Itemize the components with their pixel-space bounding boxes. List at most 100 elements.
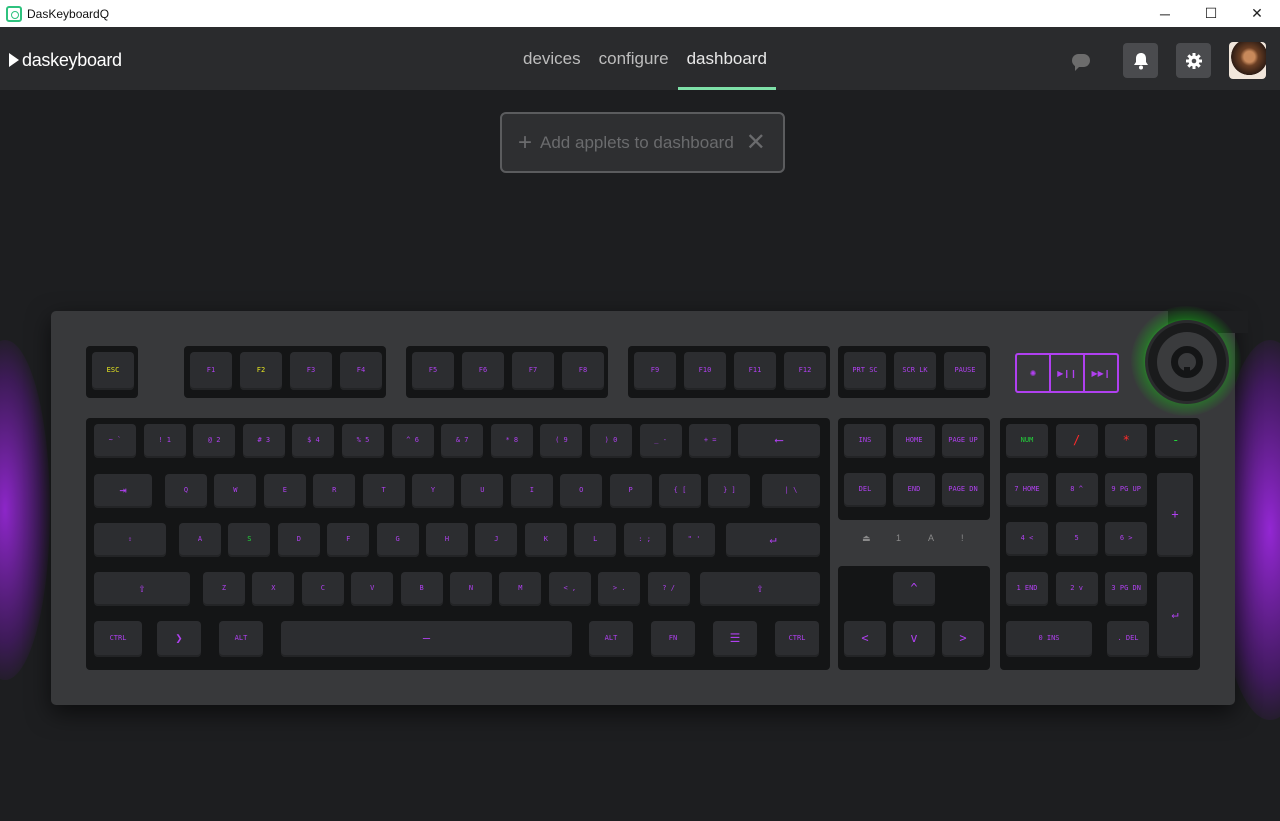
close-applet-bar-icon[interactable]: ✕ (746, 130, 766, 155)
key-num0[interactable]: 0 INS (1006, 621, 1092, 657)
key-6[interactable]: ^ 6 (391, 424, 434, 458)
key-b[interactable]: B (400, 572, 443, 606)
key-n[interactable]: N (450, 572, 492, 606)
key-z[interactable]: Z (203, 572, 245, 606)
key-num1[interactable]: 1 END (1006, 572, 1048, 606)
key-backspace[interactable]: ⟵ (738, 424, 820, 458)
key-numdot[interactable]: . DEL (1107, 621, 1149, 657)
key-lshift[interactable]: ⇧ (94, 572, 190, 606)
key-7[interactable]: & 7 (441, 424, 484, 458)
key-num8[interactable]: 8 ^ (1055, 473, 1098, 507)
key-d[interactable]: D (277, 523, 320, 557)
key-esc[interactable]: ESC (92, 352, 134, 390)
key-nummul[interactable]: * (1105, 424, 1148, 458)
key-ins[interactable]: INS (844, 424, 886, 458)
key-semicolon[interactable]: : ; (623, 523, 666, 557)
key-up[interactable]: ^ (893, 572, 935, 606)
key-q[interactable]: Q (165, 474, 207, 508)
key-num9[interactable]: 9 PG UP (1105, 473, 1148, 507)
key-prtsc[interactable]: PRT SC (844, 352, 886, 390)
key-comma[interactable]: < , (548, 572, 591, 606)
key-numadd[interactable]: + (1157, 473, 1193, 557)
key-num3[interactable]: 3 PG DN (1105, 572, 1148, 606)
key-s[interactable]: S (228, 523, 271, 557)
key-f5[interactable]: F5 (412, 352, 454, 390)
key-f12[interactable]: F12 (784, 352, 826, 390)
key-rshift[interactable]: ⇧ (700, 572, 820, 606)
key-5[interactable]: % 5 (342, 424, 384, 458)
key-fn[interactable]: FN (651, 621, 695, 657)
key-f11[interactable]: F11 (734, 352, 776, 390)
key-f2[interactable]: F2 (240, 352, 282, 390)
key-rctrl[interactable]: CTRL (775, 621, 819, 657)
notifications-button[interactable] (1123, 43, 1158, 78)
key-numenter[interactable]: ↵ (1157, 572, 1193, 658)
key-numsub[interactable]: - (1154, 424, 1197, 458)
key-f7[interactable]: F7 (512, 352, 554, 390)
add-applets-bar[interactable]: + Add applets to dashboard ✕ (500, 112, 785, 173)
key-equal[interactable]: + = (689, 424, 732, 458)
key-i[interactable]: I (510, 474, 553, 508)
key-numlock[interactable]: NUM (1006, 424, 1048, 458)
key-f[interactable]: F (327, 523, 370, 557)
key-p[interactable]: P (609, 474, 652, 508)
key-scrlk[interactable]: SCR LK (894, 352, 936, 390)
key-del[interactable]: DEL (844, 473, 886, 507)
key-v[interactable]: V (351, 572, 394, 606)
key-j[interactable]: J (475, 523, 518, 557)
key-enter[interactable]: ↵ (726, 523, 820, 557)
key-t[interactable]: T (362, 474, 405, 508)
key-f3[interactable]: F3 (290, 352, 332, 390)
key-9[interactable]: ( 9 (540, 424, 583, 458)
tab-devices[interactable]: devices (514, 27, 590, 90)
maximize-button[interactable]: ☐ (1188, 0, 1234, 27)
key-g[interactable]: G (376, 523, 419, 557)
key-numdiv[interactable]: / (1055, 424, 1098, 458)
key-1[interactable]: ! 1 (143, 424, 186, 458)
tab-configure[interactable]: configure (590, 27, 678, 90)
key-pgdn[interactable]: PAGE DN (942, 473, 984, 507)
key-4[interactable]: $ 4 (292, 424, 335, 458)
key-x[interactable]: X (252, 572, 295, 606)
key-lbracket[interactable]: { [ (659, 474, 701, 508)
key-f8[interactable]: F8 (562, 352, 604, 390)
key-rbracket[interactable]: } ] (708, 474, 751, 508)
key-f1[interactable]: F1 (190, 352, 232, 390)
key-minus[interactable]: _ - (639, 424, 682, 458)
key-num4[interactable]: 4 < (1006, 522, 1048, 556)
key-win[interactable]: ❯ (157, 621, 201, 657)
key-0[interactable]: ) 0 (590, 424, 632, 458)
key-3[interactable]: # 3 (242, 424, 285, 458)
key-home[interactable]: HOME (893, 424, 935, 458)
key-slash[interactable]: ? / (647, 572, 690, 606)
tab-dashboard[interactable]: dashboard (677, 27, 777, 90)
key-quote[interactable]: " ' (673, 523, 715, 557)
key-k[interactable]: K (524, 523, 567, 557)
key-r[interactable]: R (313, 474, 356, 508)
key-end[interactable]: END (893, 473, 935, 507)
key-e[interactable]: E (263, 474, 306, 508)
key-2[interactable]: @ 2 (193, 424, 236, 458)
key-num2[interactable]: 2 v (1055, 572, 1098, 606)
key-right[interactable]: > (942, 621, 984, 657)
key-o[interactable]: O (560, 474, 603, 508)
daskeyboard-logo[interactable]: daskeyboard (9, 49, 122, 71)
key-m[interactable]: M (499, 572, 542, 606)
key-pgup[interactable]: PAGE UP (942, 424, 984, 458)
key-f6[interactable]: F6 (462, 352, 504, 390)
key-lalt[interactable]: ALT (219, 621, 263, 657)
key-h[interactable]: H (426, 523, 468, 557)
media-key-playpause[interactable]: ▶❙❙ (1051, 355, 1085, 391)
key-num7[interactable]: 7 HOME (1006, 473, 1048, 507)
minimize-button[interactable]: ─ (1142, 0, 1188, 27)
key-left[interactable]: < (844, 621, 886, 657)
media-key-light[interactable]: ✺ (1017, 355, 1051, 391)
key-a[interactable]: A (179, 523, 221, 557)
key-ralt[interactable]: ALT (589, 621, 633, 657)
key-w[interactable]: W (214, 474, 257, 508)
user-avatar[interactable] (1229, 42, 1266, 79)
key-caps[interactable]: ⇪ (94, 523, 166, 557)
media-key-next[interactable]: ▶▶❙ (1085, 355, 1117, 391)
key-space[interactable]: — (281, 621, 572, 657)
key-f4[interactable]: F4 (340, 352, 382, 390)
